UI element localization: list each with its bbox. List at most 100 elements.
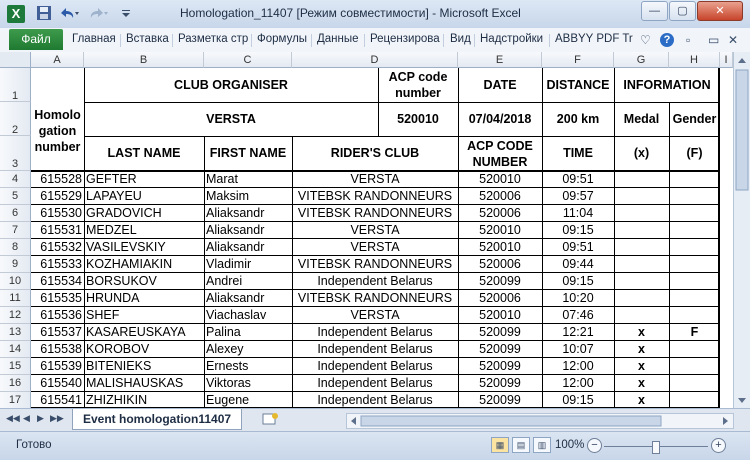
maximize-button[interactable]: ▢ [669, 1, 696, 21]
riders-club-cell[interactable]: VITEBSK RANDONNEURS [292, 205, 458, 222]
gender-cell[interactable] [669, 375, 720, 392]
column-header-g[interactable]: G [614, 52, 669, 68]
time-cell[interactable]: 09:51 [542, 239, 614, 256]
time-cell[interactable]: 12:00 [542, 375, 614, 392]
date-label[interactable]: DATE [458, 68, 542, 102]
distance-value[interactable]: 200 km [542, 102, 614, 136]
first-name-cell[interactable]: Palina [204, 324, 292, 341]
gender-cell[interactable] [669, 256, 720, 273]
homologation-number-cell[interactable]: 615536 [31, 307, 84, 324]
riders-club-cell[interactable]: VITEBSK RANDONNEURS [292, 256, 458, 273]
row-header-10[interactable]: 10 [0, 273, 31, 290]
tab-page-layout[interactable]: Разметка стр [178, 33, 248, 45]
last-name-cell[interactable]: HRUNDA [84, 290, 204, 307]
riders-club-cell[interactable]: Independent Belarus [292, 375, 458, 392]
acp-code-cell[interactable]: 520099 [458, 358, 542, 375]
riders-club-cell[interactable]: VERSTA [292, 239, 458, 256]
homologation-number-cell[interactable]: 615529 [31, 188, 84, 205]
gender-cell[interactable] [669, 171, 720, 188]
last-name-cell[interactable]: BORSUKOV [84, 273, 204, 290]
time-cell[interactable]: 10:20 [542, 290, 614, 307]
first-name-cell[interactable]: Andrei [204, 273, 292, 290]
acp-code-cell[interactable]: 520006 [458, 205, 542, 222]
time-cell[interactable]: 09:15 [542, 273, 614, 290]
homologation-number-cell[interactable]: 615535 [31, 290, 84, 307]
homologation-number-cell[interactable]: 615532 [31, 239, 84, 256]
first-name-cell[interactable]: Vladimir [204, 256, 292, 273]
page-break-view-button[interactable]: ▥ [533, 437, 551, 453]
zoom-in-button[interactable]: + [711, 438, 726, 453]
column-header-d[interactable]: D [292, 52, 458, 68]
restore-icon[interactable]: ▫ [686, 33, 690, 47]
medal-x-header[interactable]: (x) [614, 136, 669, 171]
row-header-3[interactable]: 3 [0, 136, 31, 171]
riders-club-cell[interactable]: VERSTA [292, 222, 458, 239]
riders-club-cell[interactable]: Independent Belarus [292, 358, 458, 375]
column-header-h[interactable]: H [669, 52, 720, 68]
first-name-header[interactable]: FIRST NAME [204, 136, 292, 171]
next-sheet-button[interactable]: ▶ [37, 413, 44, 424]
last-name-cell[interactable]: KOZHAMIAKIN [84, 256, 204, 273]
zoom-level[interactable]: 100% [555, 439, 584, 451]
page-layout-view-button[interactable]: ▤ [512, 437, 530, 453]
homologation-number-cell[interactable]: 615538 [31, 341, 84, 358]
prev-sheet-button[interactable]: ◀ [23, 413, 30, 424]
time-cell[interactable]: 10:07 [542, 341, 614, 358]
information-label[interactable]: INFORMATION [614, 68, 720, 102]
last-name-cell[interactable]: KASAREUSKAYA [84, 324, 204, 341]
tab-view[interactable]: Вид [450, 33, 471, 45]
tab-abbyy[interactable]: ABBYY PDF Tr [555, 33, 633, 45]
homologation-number-cell[interactable]: 615540 [31, 375, 84, 392]
column-header-c[interactable]: C [204, 52, 292, 68]
gender-cell[interactable] [669, 239, 720, 256]
row-header-13[interactable]: 13 [0, 324, 31, 341]
medal-cell[interactable]: x [614, 341, 669, 358]
medal-cell[interactable] [614, 222, 669, 239]
time-cell[interactable]: 11:04 [542, 205, 614, 222]
medal-cell[interactable]: x [614, 392, 669, 408]
gender-cell[interactable] [669, 341, 720, 358]
last-sheet-button[interactable]: ▶▶ [50, 413, 64, 424]
row-header-1[interactable]: 1 [0, 68, 31, 102]
homologation-number-cell[interactable]: 615541 [31, 392, 84, 408]
date-value[interactable]: 07/04/2018 [458, 102, 542, 136]
medal-cell[interactable] [614, 171, 669, 188]
gender-cell[interactable] [669, 392, 720, 408]
acp-code-cell[interactable]: 520099 [458, 392, 542, 408]
acp-code-number-header[interactable]: ACP CODE NUMBER [458, 136, 542, 171]
acp-code-cell[interactable]: 520006 [458, 188, 542, 205]
last-name-cell[interactable]: SHEF [84, 307, 204, 324]
row-header-5[interactable]: 5 [0, 188, 31, 205]
spreadsheet-grid[interactable]: A B C D E F G H I 1 2 3 4 5 6 7 8 9 10 11 12 13 14 15 16 17 Homolo… [0, 52, 750, 408]
last-name-header[interactable]: LAST NAME [84, 136, 204, 171]
gender-cell[interactable]: F [669, 324, 720, 341]
homologation-number-cell[interactable]: 615528 [31, 171, 84, 188]
last-name-cell[interactable]: GEFTER [84, 171, 204, 188]
gender-cell[interactable] [669, 358, 720, 375]
time-cell[interactable]: 09:57 [542, 188, 614, 205]
gender-label[interactable]: Gender [669, 102, 720, 136]
first-name-cell[interactable]: Alexey [204, 341, 292, 358]
club-organiser-value[interactable]: VERSTA [84, 102, 378, 136]
tab-home[interactable]: Главная [72, 33, 116, 45]
medal-cell[interactable] [614, 205, 669, 222]
distance-label[interactable]: DISTANCE [542, 68, 614, 102]
acp-code-cell[interactable]: 520099 [458, 375, 542, 392]
time-cell[interactable]: 07:46 [542, 307, 614, 324]
close-button[interactable]: ✕ [697, 1, 743, 21]
medal-cell[interactable] [614, 273, 669, 290]
gender-cell[interactable] [669, 307, 720, 324]
sheet-tab-active[interactable]: Event homologation11407 [72, 409, 243, 430]
first-name-cell[interactable]: Aliaksandr [204, 205, 292, 222]
tab-review[interactable]: Рецензирова [370, 33, 440, 45]
riders-club-cell[interactable]: Independent Belarus [292, 341, 458, 358]
insert-sheet-icon[interactable] [262, 412, 280, 431]
homologation-number-cell[interactable]: 615530 [31, 205, 84, 222]
column-header-a[interactable]: A [31, 52, 84, 68]
excel-app-icon[interactable]: X [7, 5, 25, 23]
last-name-cell[interactable]: MEDZEL [84, 222, 204, 239]
row-header-15[interactable]: 15 [0, 358, 31, 375]
first-name-cell[interactable]: Maksim [204, 188, 292, 205]
row-header-11[interactable]: 11 [0, 290, 31, 307]
acp-code-cell[interactable]: 520099 [458, 273, 542, 290]
